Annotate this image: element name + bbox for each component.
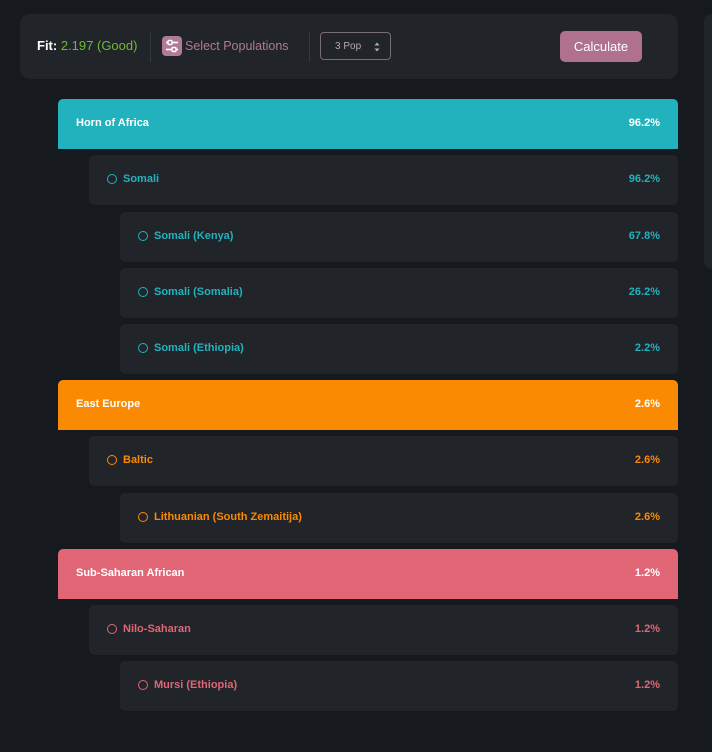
region-row-east-europe[interactable]: East Europe 2.6% [58, 380, 678, 430]
region-row-horn-of-africa[interactable]: Horn of Africa 96.2% [58, 99, 678, 149]
side-panel [704, 14, 712, 269]
circle-icon [107, 455, 117, 465]
region-percentage: 1.2% [634, 567, 660, 579]
population-label: Mursi (Ethiopia) [154, 679, 238, 691]
population-percentage: 67.8% [628, 230, 660, 242]
group-row-nilo-saharan[interactable]: Nilo-Saharan 1.2% [89, 605, 678, 655]
circle-icon [107, 624, 117, 634]
region-label: Sub-Saharan African [76, 567, 185, 579]
region-label: Horn of Africa [76, 117, 149, 129]
select-populations-button[interactable]: Select Populations [162, 35, 289, 57]
population-percentage: 26.2% [628, 286, 660, 298]
population-label: Lithuanian (South Zemaitija) [154, 511, 302, 523]
sliders-icon [162, 36, 182, 56]
population-label: Somali (Ethiopia) [154, 342, 244, 354]
group-label: Nilo-Saharan [123, 623, 191, 635]
population-percentage: 1.2% [634, 679, 660, 691]
region-label: East Europe [76, 398, 141, 410]
population-row[interactable]: Somali (Ethiopia) 2.2% [120, 324, 678, 374]
group-percentage: 2.6% [634, 454, 660, 466]
fit-label: Fit: [37, 38, 58, 53]
region-row-sub-saharan-african[interactable]: Sub-Saharan African 1.2% [58, 549, 678, 599]
region-percentage: 96.2% [628, 117, 660, 129]
chevron-updown-icon [374, 40, 380, 58]
circle-icon [138, 231, 148, 241]
group-row-baltic[interactable]: Baltic 2.6% [89, 436, 678, 486]
region-percentage: 2.6% [634, 398, 660, 410]
population-row[interactable]: Lithuanian (South Zemaitija) 2.6% [120, 493, 678, 543]
population-count-value: 3 Pop [335, 40, 362, 52]
population-row[interactable]: Mursi (Ethiopia) 1.2% [120, 661, 678, 711]
population-percentage: 2.6% [634, 511, 660, 523]
group-percentage: 96.2% [628, 173, 660, 185]
toolbar: Fit: 2.197 (Good) Select Populations 3 P… [20, 14, 678, 79]
group-label: Somali [123, 173, 160, 185]
population-count-select[interactable]: 3 Pop [320, 32, 391, 60]
fit-score: Fit: 2.197 (Good) [37, 38, 137, 53]
circle-icon [138, 287, 148, 297]
circle-icon [107, 174, 117, 184]
fit-value: 2.197 (Good) [60, 38, 138, 53]
population-label: Somali (Somalia) [154, 286, 243, 298]
group-percentage: 1.2% [634, 623, 660, 635]
circle-icon [138, 512, 148, 522]
select-populations-label: Select Populations [185, 39, 289, 53]
circle-icon [138, 343, 148, 353]
group-label: Baltic [123, 454, 153, 466]
circle-icon [138, 680, 148, 690]
population-percentage: 2.2% [634, 342, 660, 354]
toolbar-divider [309, 32, 310, 62]
calculate-button[interactable]: Calculate [560, 31, 642, 62]
population-label: Somali (Kenya) [154, 230, 234, 242]
population-row[interactable]: Somali (Somalia) 26.2% [120, 268, 678, 318]
toolbar-divider [150, 32, 151, 62]
population-row[interactable]: Somali (Kenya) 67.8% [120, 212, 678, 262]
group-row-somali[interactable]: Somali 96.2% [89, 155, 678, 205]
